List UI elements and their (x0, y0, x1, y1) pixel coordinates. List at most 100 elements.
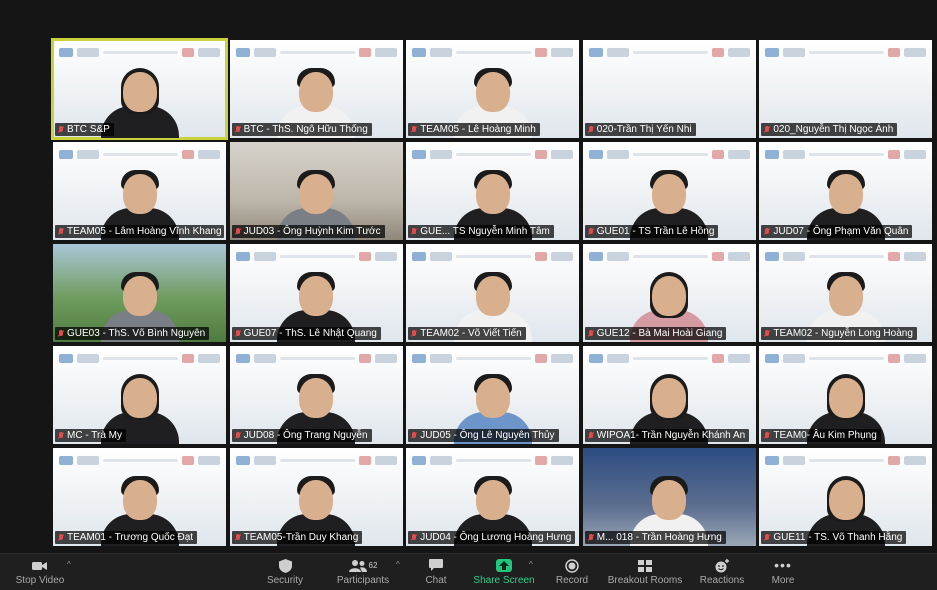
event-banner (235, 350, 397, 366)
muted-mic-icon (411, 329, 417, 338)
stop-video-label: Stop Video (15, 575, 65, 586)
event-banner (59, 350, 220, 366)
participant-name: GUE11 - TS. Võ Thanh Hằng (773, 532, 903, 543)
event-banner (235, 248, 397, 264)
more-icon: ••• (774, 557, 792, 573)
more-label: More (771, 575, 795, 586)
participant-name-tag: TEAM01 - Trương Quốc Đạt (55, 531, 198, 544)
participant-tile[interactable]: JUD08 - Ông Trang Nguyễn (229, 346, 403, 444)
participant-name: 020_Nguyễn Thị Ngọc Ánh (773, 124, 894, 135)
participant-tile[interactable]: M... 018 - Trần Hoàng Hưng (582, 448, 756, 546)
participant-tile[interactable]: MC - Trà My (53, 346, 226, 444)
participant-name-tag: GUE11 - TS. Võ Thanh Hằng (761, 531, 907, 544)
participant-name-tag: WIPOA1- Trần Nguyễn Khánh An (584, 429, 750, 442)
participant-name: GUE... TS Nguyễn Minh Tâm (420, 226, 550, 237)
participant-name: TEAM05 - Lê Hoàng Minh (420, 124, 536, 135)
participant-tile[interactable]: GUE07 - ThS. Lê Nhật Quang (229, 244, 403, 342)
participant-tile[interactable]: TEAM05 - Lâm Hoàng Vĩnh Khang (53, 142, 226, 240)
participant-tile[interactable]: TEAM01 - Trương Quốc Đạt (53, 448, 226, 546)
muted-mic-icon (58, 329, 64, 338)
chat-button[interactable]: Chat (420, 554, 452, 590)
participant-tile[interactable]: 020_Nguyễn Thị Ngọc Ánh (759, 40, 933, 138)
muted-mic-icon (588, 329, 594, 338)
share-screen-button[interactable]: Share Screen (473, 554, 535, 590)
record-label: Record (555, 575, 589, 586)
participant-tile[interactable]: BTC - ThS. Ngô Hữu Thống (229, 40, 403, 138)
participant-name-tag: 020-Trần Thị Yến Nhi (584, 123, 696, 136)
participants-icon: 62 (346, 559, 380, 572)
participant-tile[interactable]: TEAM05-Trần Duy Khang (229, 448, 403, 546)
participant-name-tag: TEAM02 - Võ Viết Tiến (408, 327, 526, 340)
participant-name: M... 018 - Trần Hoàng Hưng (596, 532, 722, 543)
chat-bubble-icon (428, 559, 444, 572)
participant-name-tag: JUD04 - Ông Lương Hoàng Hưng (408, 531, 576, 544)
participant-name-tag: JUD03 - Ông Huỳnh Kim Tước (231, 225, 385, 238)
muted-mic-icon (235, 431, 241, 440)
muted-mic-icon (588, 125, 594, 134)
breakout-rooms-button[interactable]: Breakout Rooms (605, 554, 685, 590)
participant-tile[interactable]: TEAM0- Âu Kim Phụng (759, 346, 933, 444)
participant-name: TEAM02 - Nguyễn Long Hoàng (773, 328, 913, 339)
muted-mic-icon (764, 329, 770, 338)
participant-name-tag: GUE01 - TS Trần Lê Hồng (584, 225, 719, 238)
participant-name: GUE12 - Bà Mai Hoài Giang (596, 328, 723, 339)
muted-mic-icon (58, 533, 64, 542)
participant-name: WIPOA1- Trần Nguyễn Khánh An (596, 430, 746, 441)
participant-name-tag: JUD07 - Ông Phạm Văn Quân (761, 225, 913, 238)
participant-name-tag: JUD05 - Ông Lê Nguyên Thủy (408, 429, 559, 442)
muted-mic-icon (588, 431, 594, 440)
reactions-label: Reactions (699, 575, 745, 586)
participant-tile[interactable]: GUE12 - Bà Mai Hoài Giang (582, 244, 756, 342)
participant-tile[interactable]: GUE03 - ThS. Võ Bình Nguyên (53, 244, 226, 342)
muted-mic-icon (411, 227, 417, 236)
participant-name-tag: TEAM0- Âu Kim Phụng (761, 429, 881, 442)
participant-name: GUE03 - ThS. Võ Bình Nguyên (67, 328, 206, 339)
shield-icon (277, 558, 293, 573)
more-button[interactable]: ••• More (766, 554, 800, 590)
share-options-caret[interactable]: ^ (529, 560, 533, 569)
participant-name-tag: GUE... TS Nguyễn Minh Tâm (408, 225, 554, 238)
muted-mic-icon (58, 431, 64, 440)
video-options-caret[interactable]: ^ (67, 560, 71, 569)
participant-tile[interactable]: BTC S&P (51, 38, 228, 140)
breakout-rooms-label: Breakout Rooms (607, 575, 683, 586)
participant-tile[interactable]: TEAM02 - Nguyễn Long Hoàng (759, 244, 933, 342)
security-button[interactable]: Security (262, 554, 308, 590)
reactions-button[interactable]: Reactions (695, 554, 749, 590)
event-banner (765, 248, 927, 264)
record-button[interactable]: Record (552, 554, 592, 590)
muted-mic-icon (235, 125, 241, 134)
participants-label: Participants (336, 575, 390, 586)
participant-name: MC - Trà My (67, 430, 122, 441)
participant-tile[interactable]: GUE... TS Nguyễn Minh Tâm (406, 142, 580, 240)
participant-tile[interactable]: GUE01 - TS Trần Lê Hồng (582, 142, 756, 240)
muted-mic-icon (235, 533, 241, 542)
video-camera-icon (32, 559, 48, 572)
participant-tile[interactable]: TEAM02 - Võ Viết Tiến (406, 244, 580, 342)
participant-tile[interactable]: WIPOA1- Trần Nguyễn Khánh An (582, 346, 756, 444)
participants-button[interactable]: 62 Participants (327, 554, 399, 590)
participant-name-tag: GUE03 - ThS. Võ Bình Nguyên (55, 327, 210, 340)
event-banner (412, 44, 574, 60)
event-banner (59, 146, 220, 162)
participant-name: 020-Trần Thị Yến Nhi (596, 124, 692, 135)
stop-video-button[interactable]: Stop Video (10, 554, 70, 590)
gallery-grid: BTC S&P BTC - ThS. Ngô Hữu Thống TEAM05 - … (51, 38, 933, 548)
muted-mic-icon (411, 533, 417, 542)
event-banner (59, 452, 220, 468)
security-label: Security (266, 575, 304, 586)
participant-name-tag: GUE07 - ThS. Lê Nhật Quang (231, 327, 381, 340)
participant-name-tag: TEAM05 - Lê Hoàng Minh (408, 123, 540, 136)
participant-tile[interactable]: JUD03 - Ông Huỳnh Kim Tước (229, 142, 403, 240)
event-banner (235, 452, 397, 468)
participant-tile[interactable]: JUD05 - Ông Lê Nguyên Thủy (406, 346, 580, 444)
participant-tile[interactable]: JUD07 - Ông Phạm Văn Quân (759, 142, 933, 240)
participants-options-caret[interactable]: ^ (396, 560, 400, 569)
participant-tile[interactable]: TEAM05 - Lê Hoàng Minh (406, 40, 580, 138)
participant-tile[interactable]: JUD04 - Ông Lương Hoàng Hưng (406, 448, 580, 546)
meeting-toolbar: Stop Video ^ Security 62 Participants ^ … (0, 553, 937, 590)
participant-name-tag: BTC - ThS. Ngô Hữu Thống (231, 123, 372, 136)
participant-tile[interactable]: GUE11 - TS. Võ Thanh Hằng (759, 448, 933, 546)
event-banner (588, 146, 750, 162)
participant-tile[interactable]: 020-Trần Thị Yến Nhi (582, 40, 756, 138)
